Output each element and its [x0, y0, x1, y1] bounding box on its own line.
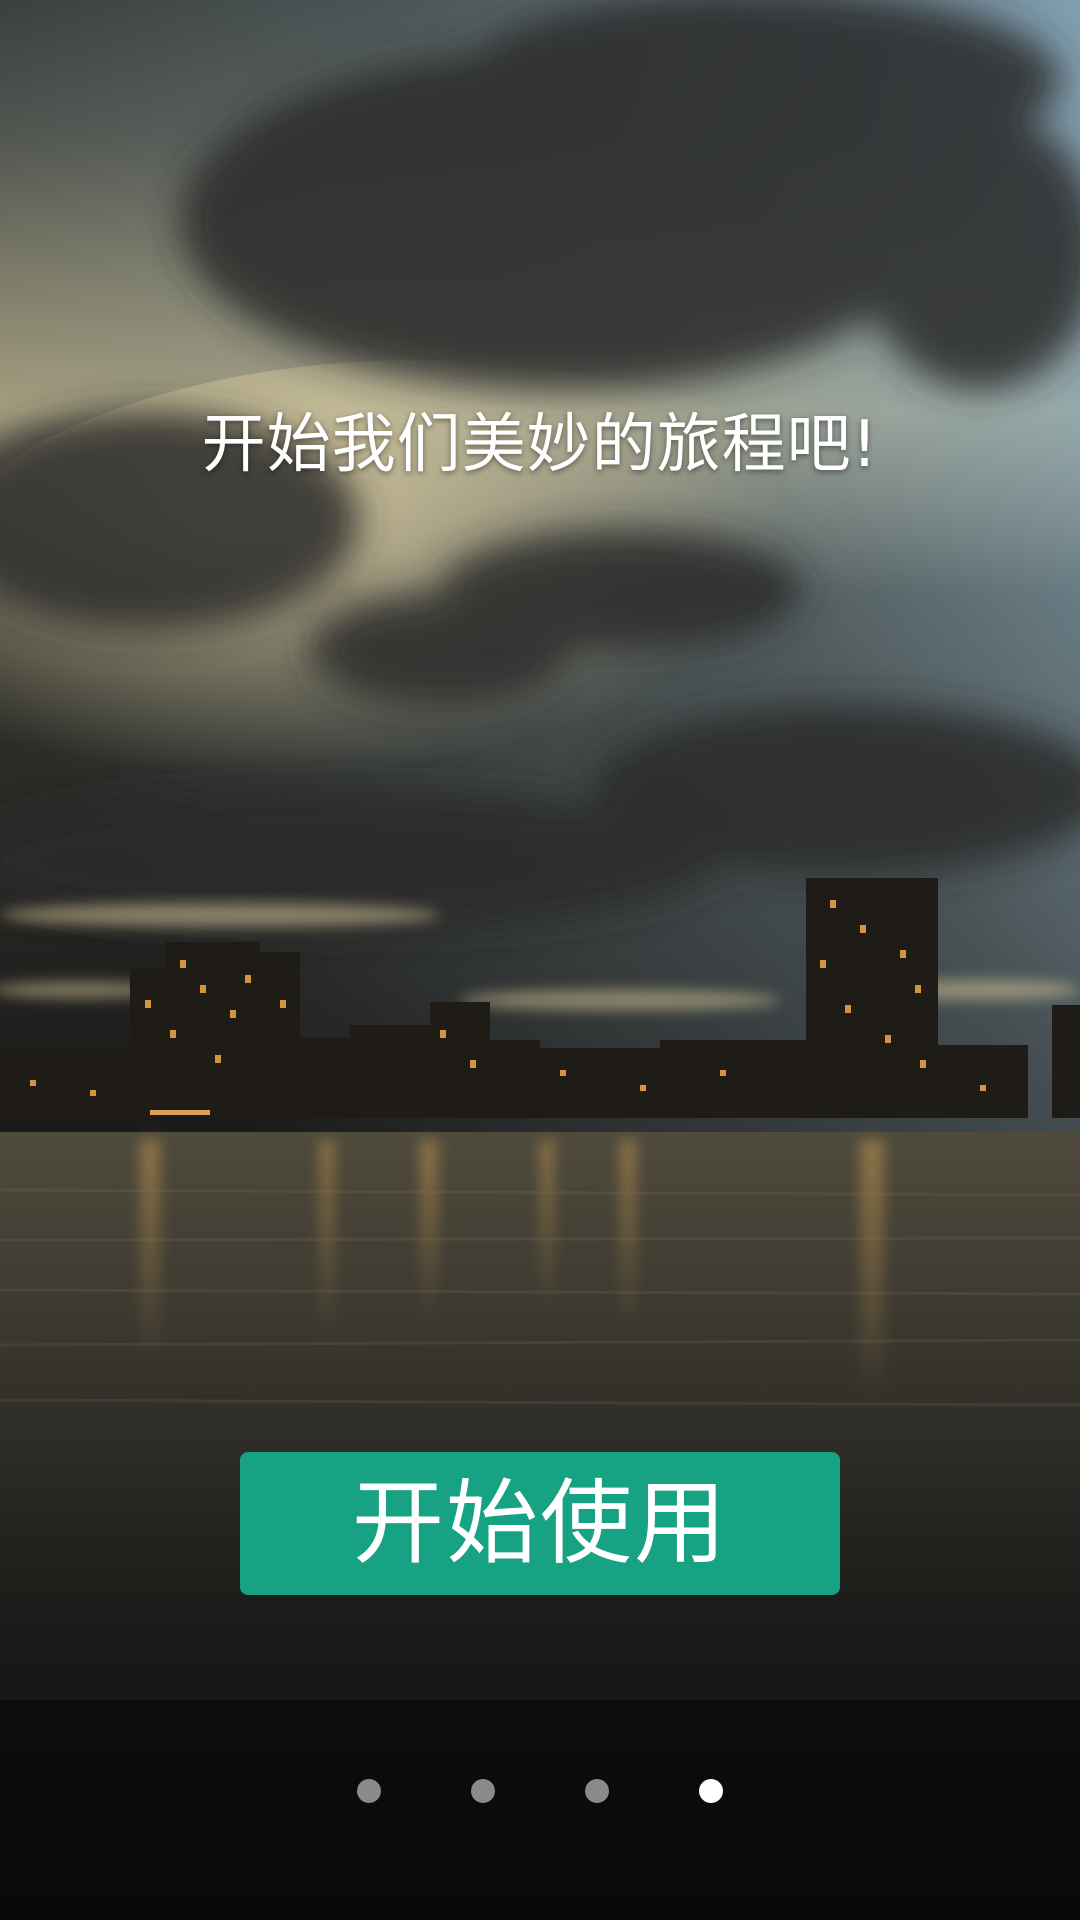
page-indicator — [0, 1779, 1080, 1803]
background-image — [0, 0, 1080, 1920]
page-dot — [585, 1779, 609, 1803]
welcome-screen: 开始我们美妙的旅程吧! 开始使用 — [0, 0, 1080, 1920]
welcome-headline: 开始我们美妙的旅程吧! — [201, 408, 879, 482]
start-using-button[interactable]: 开始使用 — [240, 1452, 840, 1595]
page-dot-active — [699, 1779, 723, 1803]
page-dot — [357, 1779, 381, 1803]
page-dot — [471, 1779, 495, 1803]
